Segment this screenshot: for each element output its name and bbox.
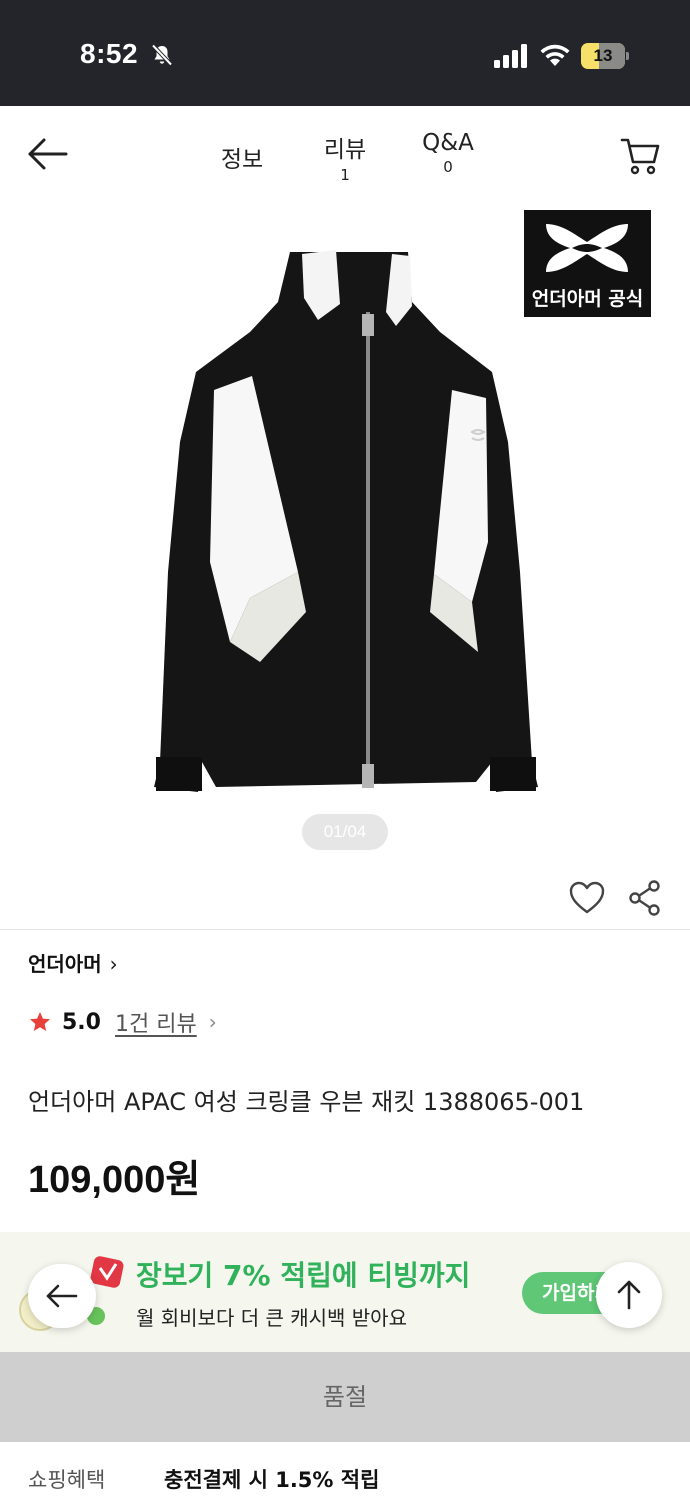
benefit-value: 충전결제 시 1.5% 적립 (164, 1468, 380, 1492)
rating-row: 5.0 1건 리뷰 › (28, 1006, 217, 1038)
under-armour-logo-icon (546, 224, 628, 272)
star-icon (30, 1012, 50, 1031)
tab-review[interactable]: 리뷰 1 (310, 130, 380, 184)
wifi-icon (540, 44, 570, 66)
tab-review-count: 1 (340, 166, 350, 184)
tab-info-label: 정보 (220, 147, 264, 173)
chevron-right-icon: › (208, 1010, 217, 1034)
product-title: 언더아머 APAC 여성 크링클 우븐 재킷 1388065-001 (28, 1088, 585, 1116)
review-link[interactable]: 1건 리뷰 (115, 1006, 197, 1038)
section-divider (0, 929, 690, 930)
tab-review-label: 리뷰 (323, 137, 367, 163)
floating-back-icon[interactable] (28, 1264, 96, 1328)
official-brand-badge-label: 언더아머 공식 (531, 288, 644, 310)
shopping-benefit-row: 쇼핑혜택 충전결제 시 1.5% 적립 (0, 1442, 690, 1500)
scroll-to-top-icon[interactable] (596, 1262, 662, 1328)
tab-qa-label: Q&A (422, 130, 474, 156)
image-counter: 01/04 (302, 814, 388, 850)
promo-subtitle: 월 회비보다 더 큰 캐시백 받아요 (136, 1306, 407, 1330)
product-gallery[interactable]: 언더아머 공식 01/04 (0, 202, 690, 862)
status-bar: 8:52 13 (0, 0, 690, 106)
official-brand-badge: 언더아머 공식 (524, 210, 651, 317)
chevron-right-icon: › (109, 952, 118, 976)
promo-banner[interactable]: 장보기 7% 적립에 티빙까지 월 회비보다 더 큰 캐시백 받아요 가입하기 (0, 1232, 690, 1352)
brand-name: 언더아머 (28, 952, 102, 976)
signal-icon (494, 44, 527, 68)
share-icon[interactable] (628, 880, 662, 916)
benefit-label: 쇼핑혜택 (28, 1468, 106, 1492)
tab-info[interactable]: 정보 (212, 140, 272, 174)
promo-title: 장보기 7% 적립에 티빙까지 (136, 1259, 471, 1292)
battery-indicator: 13 (581, 43, 629, 69)
bell-off-icon (151, 44, 173, 66)
soldout-button[interactable]: 품절 (0, 1352, 690, 1442)
tab-qa-count: 0 (443, 158, 453, 176)
tab-qa[interactable]: Q&A 0 (410, 130, 486, 176)
back-arrow-icon[interactable] (26, 136, 70, 172)
heart-icon[interactable] (568, 880, 606, 916)
rating-value: 5.0 (62, 1009, 101, 1035)
status-time: 8:52 (80, 38, 139, 69)
cart-icon[interactable] (620, 136, 662, 176)
top-nav: 정보 리뷰 1 Q&A 0 (0, 106, 690, 202)
brand-link[interactable]: 언더아머 › (28, 948, 118, 977)
battery-level: 13 (593, 46, 613, 65)
product-price: 109,000원 (28, 1159, 201, 1201)
product-jacket-image (154, 250, 538, 792)
